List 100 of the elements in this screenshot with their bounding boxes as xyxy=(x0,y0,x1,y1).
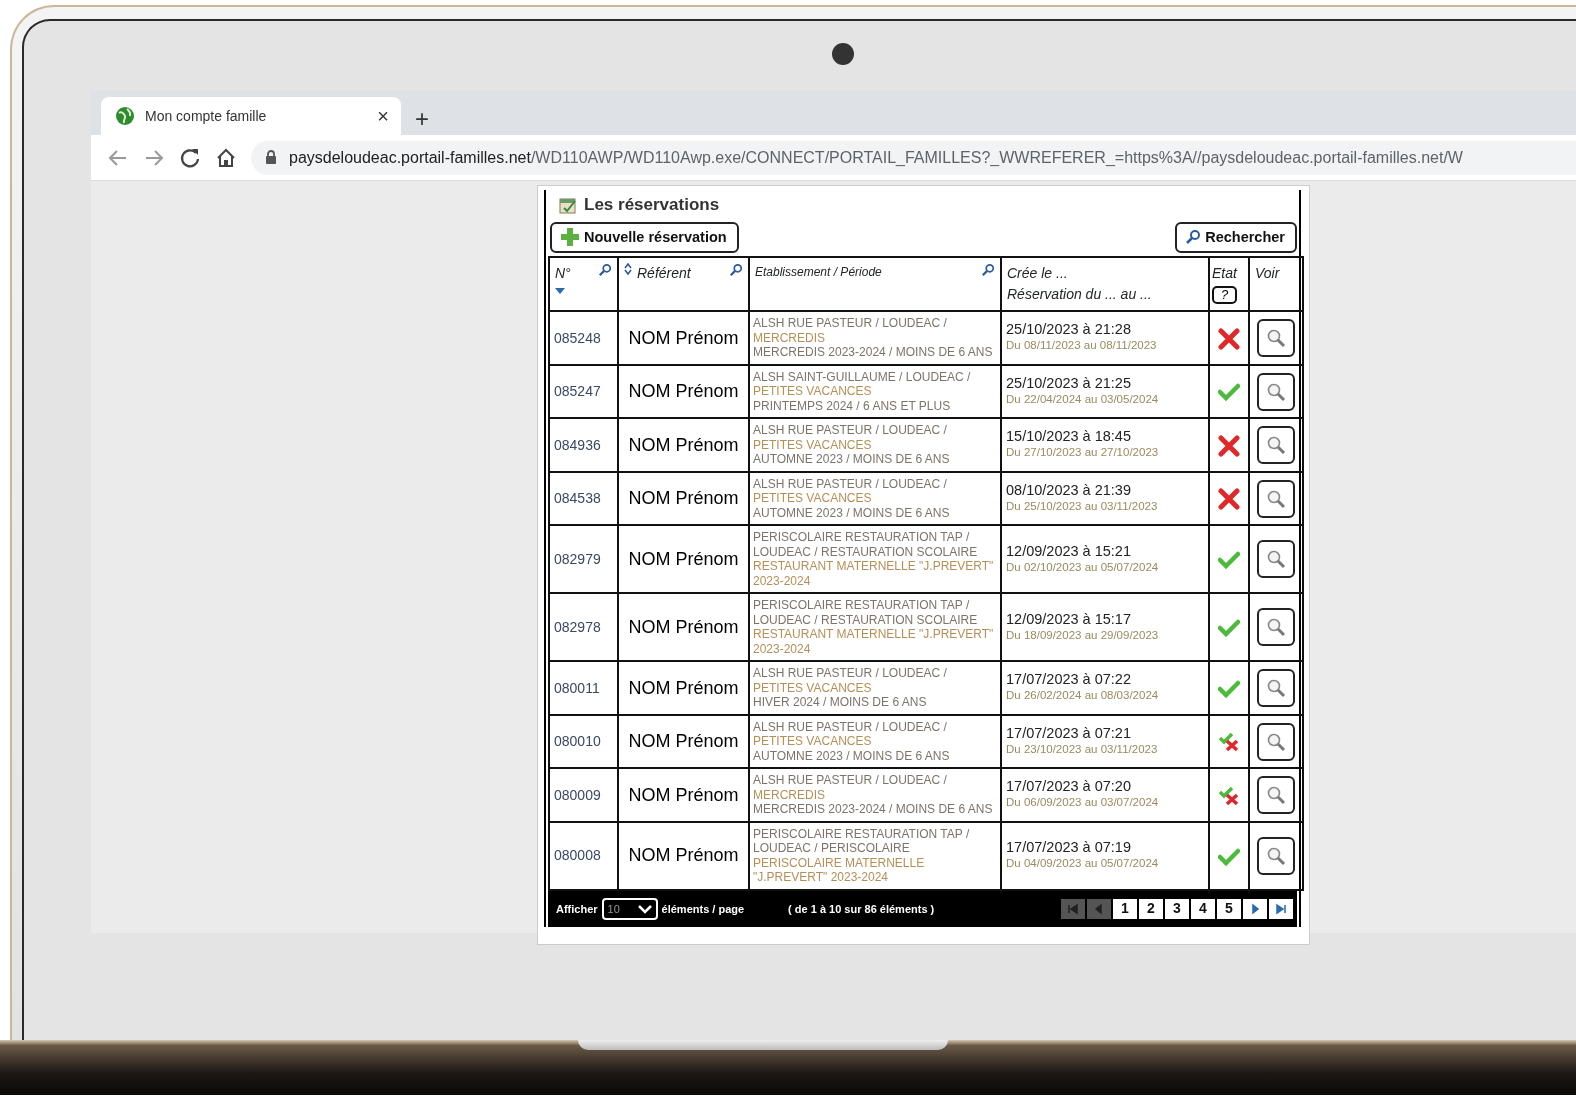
created-date: 15/10/2023 à 18:45 xyxy=(1006,428,1132,445)
establishment-line: PERISCOLAIRE RESTAURATION TAP / LOUDEAC / RESTAURATION SCOLAIRE xyxy=(753,530,979,560)
view-button[interactable] xyxy=(1257,776,1295,814)
triangle-left-icon xyxy=(1093,902,1105,915)
establishment-line: MERCREDIS xyxy=(753,787,826,803)
cross-icon xyxy=(1218,488,1240,511)
range-label: ( de 1 à 10 sur 86 éléments ) xyxy=(788,901,935,917)
reservation-period: Du 06/09/2023 au 03/07/2024 xyxy=(1006,795,1160,811)
table-cell: NOM Prénom xyxy=(618,714,749,769)
magnifier-icon xyxy=(1266,785,1286,805)
page-button[interactable]: 5 xyxy=(1217,898,1241,919)
establishment-line: PERISCOLAIRE RESTAURATION TAP / LOUDEAC / PERISCOLAIRE xyxy=(753,826,971,856)
establishment-line: ALSH RUE PASTEUR / LOUDEAC / xyxy=(753,423,948,438)
reload-icon[interactable] xyxy=(179,146,201,169)
column-header: Voir xyxy=(1255,264,1280,284)
magnifier-icon xyxy=(1266,328,1286,348)
page-button[interactable]: 3 xyxy=(1165,898,1189,919)
skip-back-icon xyxy=(1067,902,1079,915)
per-page-label: éléments / page xyxy=(661,901,745,917)
search-button[interactable]: Rechercher xyxy=(1175,221,1297,254)
triangle-right-icon xyxy=(1249,902,1261,915)
view-button[interactable] xyxy=(1257,372,1295,411)
check-cross-icon xyxy=(1218,732,1240,753)
table-cell: NOM Prénom xyxy=(618,311,749,365)
sort-down-icon[interactable] xyxy=(555,288,565,295)
chevron-down-icon xyxy=(637,903,652,914)
establishment-line: PETITES VACANCES xyxy=(753,437,873,453)
url-field[interactable]: paysdeloudeac.portail-familles.net/WD110AWP/WD110Awp.exe/CONNECT/PORTAIL_FAMILLES?_WWREFERER_=https%3A//paysdeloudeac.portail-familles.net/W xyxy=(251,140,1576,175)
table-cell: NOM Prénom xyxy=(618,661,749,715)
establishment-line: AUTOMNE 2023 / MOINS DE 6 ANS xyxy=(753,452,951,467)
table-cell: NOM Prénom xyxy=(618,364,749,419)
magnifier-icon xyxy=(1266,845,1286,866)
check-icon xyxy=(1218,847,1240,866)
establishment-line: ALSH SAINT-GUILLAUME / LOUDEAC / xyxy=(753,369,972,385)
home-icon[interactable] xyxy=(215,146,237,169)
table-cell: NOM Prénom xyxy=(618,418,749,472)
establishment-line: MERCREDIS 2023-2024 / MOINS DE 6 ANS xyxy=(753,802,994,817)
reservation-period: Du 27/10/2023 au 27/10/2023 xyxy=(1006,445,1160,461)
column-header: N° xyxy=(555,264,571,284)
page-button[interactable]: 2 xyxy=(1139,898,1163,919)
search-icon[interactable] xyxy=(729,263,743,278)
new-tab-button[interactable]: + xyxy=(415,107,429,131)
establishment-line: ALSH RUE PASTEUR / LOUDEAC / xyxy=(753,666,948,681)
table-cell: NOM Prénom xyxy=(618,768,749,822)
cross-icon xyxy=(1218,327,1240,350)
establishment-line: RESTAURANT MATERNELLE "J.PREVERT" 2023-2024 xyxy=(753,559,995,589)
establishment-line: ALSH RUE PASTEUR / LOUDEAC / xyxy=(753,719,948,735)
page-button[interactable]: 4 xyxy=(1191,898,1215,919)
magnifier-icon xyxy=(1266,488,1286,509)
table-cell: 080010 xyxy=(549,714,618,769)
table-cell: NOM Prénom xyxy=(618,471,749,526)
view-button[interactable] xyxy=(1257,426,1295,464)
browser-tab[interactable]: Mon compte famille × xyxy=(101,97,401,135)
search-icon[interactable] xyxy=(598,263,612,278)
view-button[interactable] xyxy=(1257,608,1295,647)
sort-icon[interactable] xyxy=(624,263,632,276)
new-reservation-button[interactable]: Nouvelle réservation xyxy=(550,221,739,254)
page-button[interactable]: 1 xyxy=(1113,898,1137,919)
created-date: 17/07/2023 à 07:22 xyxy=(1006,671,1132,688)
lock-icon xyxy=(265,150,277,165)
reservation-period: Du 02/10/2023 au 05/07/2024 xyxy=(1006,559,1160,575)
created-date: 25/10/2023 à 21:25 xyxy=(1006,374,1132,391)
view-button[interactable] xyxy=(1257,540,1295,579)
help-button[interactable]: ? xyxy=(1212,286,1238,305)
globe-icon xyxy=(115,106,135,126)
created-date: 08/10/2023 à 21:39 xyxy=(1006,481,1132,498)
view-button[interactable] xyxy=(1257,669,1295,707)
plus-icon xyxy=(560,227,580,248)
establishment-line: AUTOMNE 2023 / MOINS DE 6 ANS xyxy=(753,748,951,764)
table-cell: 080011 xyxy=(549,661,618,715)
establishment-line: AUTOMNE 2023 / MOINS DE 6 ANS xyxy=(753,505,951,521)
view-button[interactable] xyxy=(1257,836,1295,875)
table-cell: 082979 xyxy=(549,525,618,594)
view-button[interactable] xyxy=(1257,319,1295,357)
establishment-line: PETITES VACANCES xyxy=(753,384,873,399)
establishment-line: PRINTEMPS 2024 / 6 ANS ET PLUS xyxy=(753,398,952,414)
next-page-button[interactable] xyxy=(1243,898,1267,919)
table-cell: 084538 xyxy=(549,471,618,526)
search-icon[interactable] xyxy=(981,263,995,278)
created-date: 17/07/2023 à 07:19 xyxy=(1006,839,1132,856)
check-icon xyxy=(1218,679,1240,698)
table-cell: NOM Prénom xyxy=(618,525,749,594)
created-date: 25/10/2023 à 21:28 xyxy=(1006,321,1132,338)
reservation-period: Du 18/09/2023 au 29/09/2023 xyxy=(1006,627,1160,643)
view-button[interactable] xyxy=(1257,479,1295,518)
reservation-period: Du 25/10/2023 au 03/11/2023 xyxy=(1006,498,1159,514)
establishment-line: MERCREDIS 2023-2024 / MOINS DE 6 ANS xyxy=(753,345,994,360)
reservation-period: Du 22/04/2024 au 03/05/2024 xyxy=(1006,391,1160,407)
skip-forward-icon xyxy=(1275,902,1287,915)
column-header: Référent xyxy=(637,264,691,284)
close-tab-button[interactable]: × xyxy=(377,106,389,126)
establishment-line: ALSH RUE PASTEUR / LOUDEAC / xyxy=(753,476,948,492)
establishment-line: ALSH RUE PASTEUR / LOUDEAC / xyxy=(753,773,948,788)
table-cell: 084936 xyxy=(549,418,618,472)
tab-title: Mon compte famille xyxy=(145,106,268,126)
view-button[interactable] xyxy=(1257,722,1295,761)
last-page-button[interactable] xyxy=(1269,898,1293,919)
page-size-select[interactable]: 10 xyxy=(601,897,658,920)
created-date: 17/07/2023 à 07:20 xyxy=(1006,778,1132,795)
reservation-period: Du 23/10/2023 au 03/11/2023 xyxy=(1006,741,1159,757)
